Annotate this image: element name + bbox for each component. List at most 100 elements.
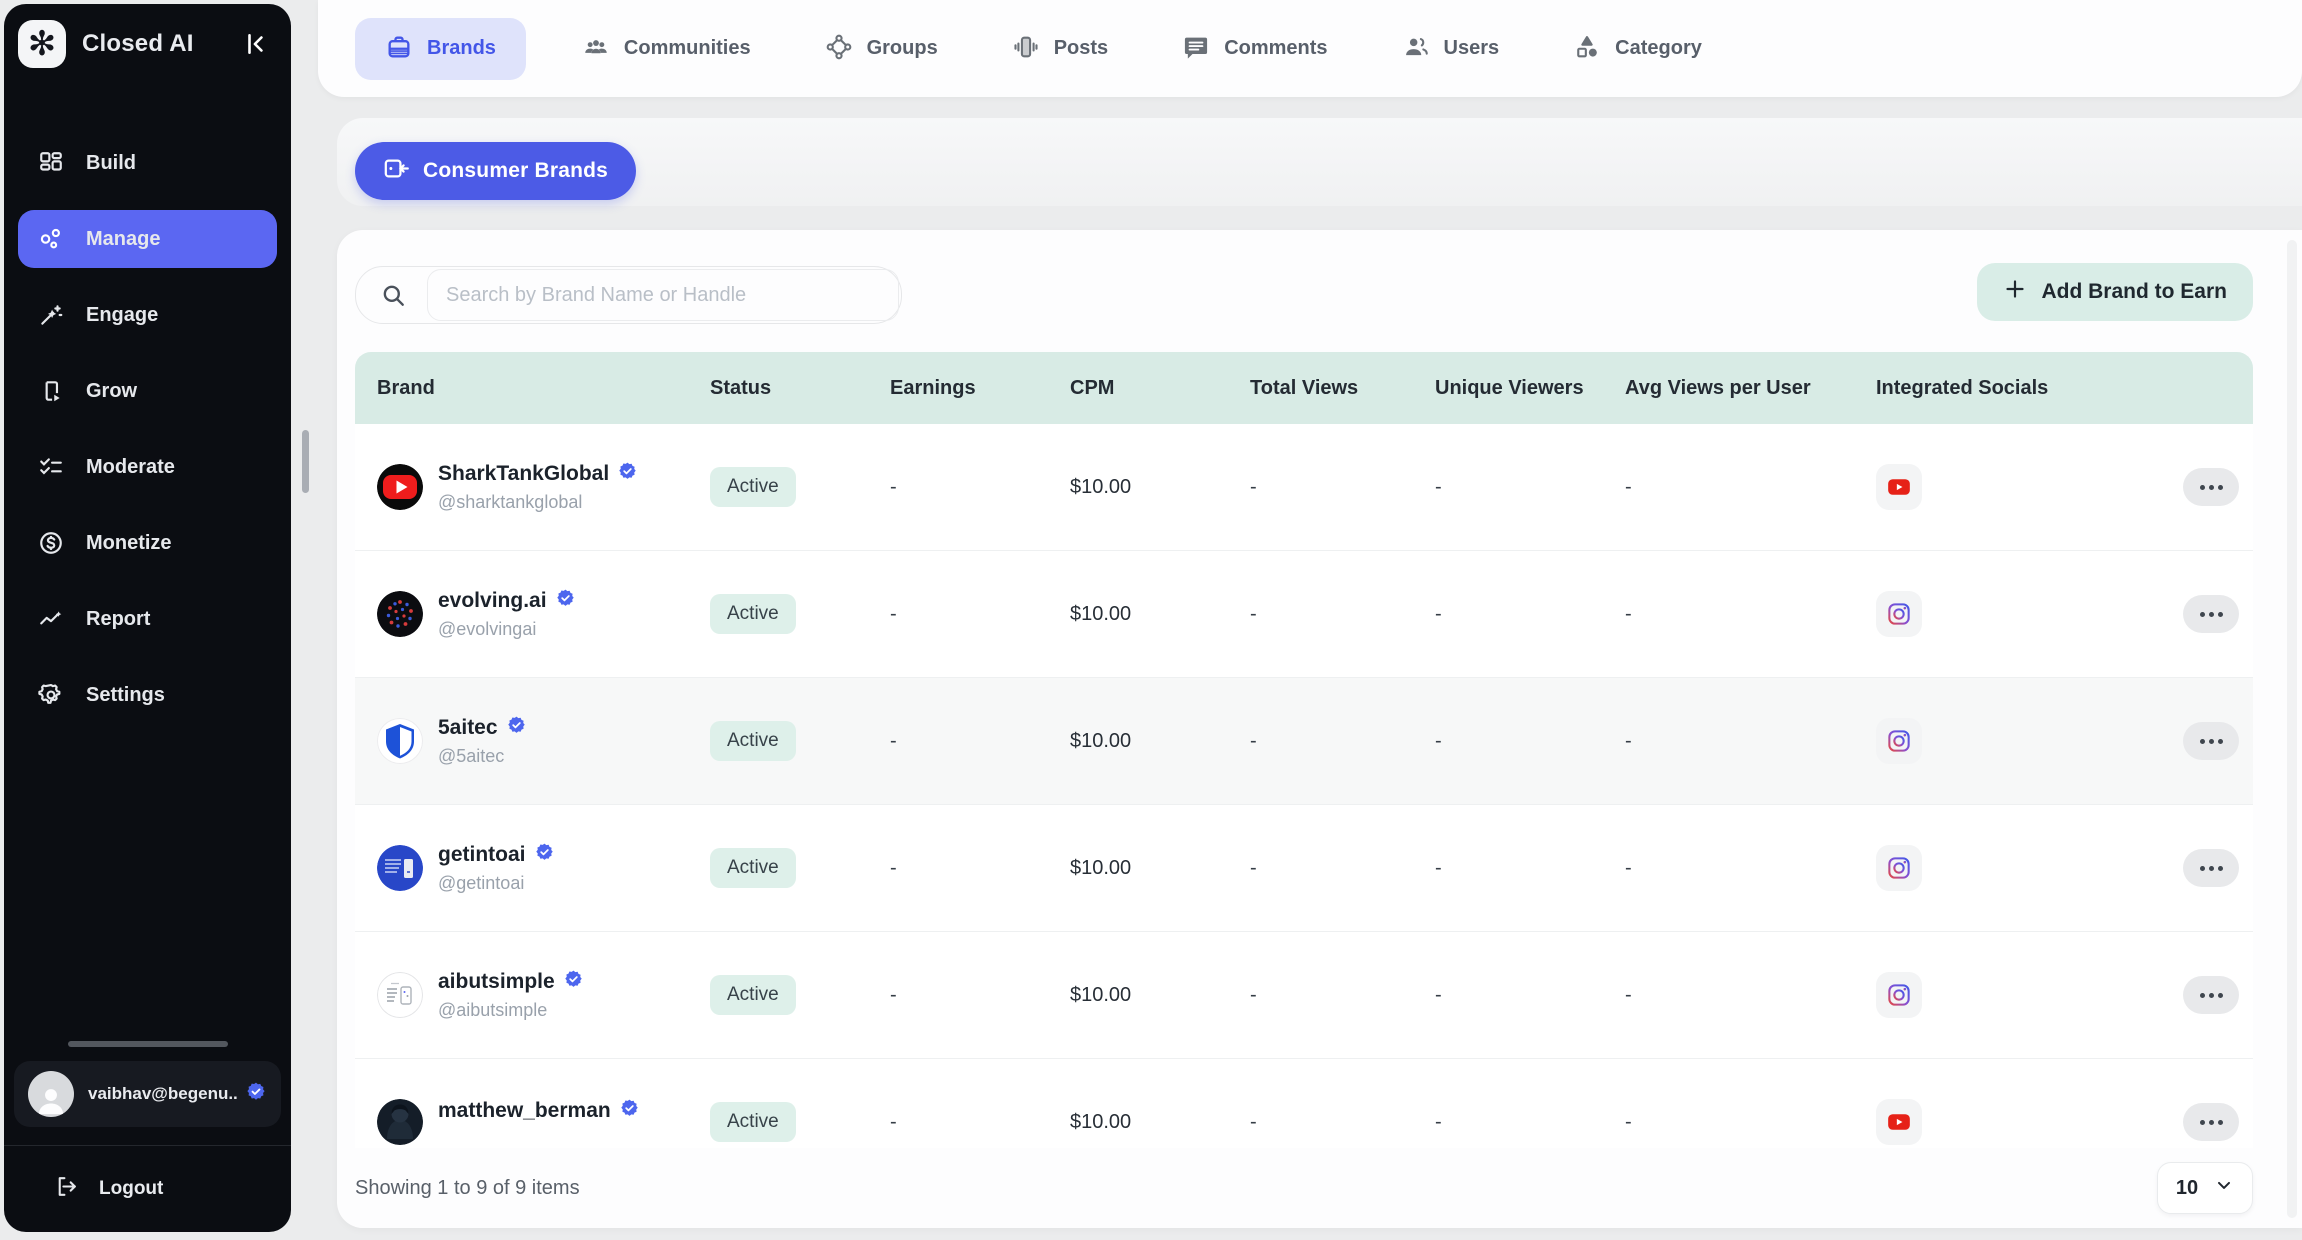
youtube-icon[interactable] bbox=[1876, 464, 1922, 510]
row-actions-button[interactable] bbox=[2183, 468, 2239, 506]
col-header-status: Status bbox=[710, 377, 890, 400]
table-footer: Showing 1 to 9 of 9 items 10 bbox=[355, 1148, 2253, 1228]
tab-posts[interactable]: Posts bbox=[1006, 32, 1114, 65]
row-actions-button[interactable] bbox=[2183, 722, 2239, 760]
top-nav: Brands Communities Groups Posts Comments… bbox=[318, 0, 2302, 97]
status-badge: Active bbox=[710, 721, 796, 761]
verified-badge-icon bbox=[534, 842, 555, 869]
cpm-value: $10.00 bbox=[1070, 984, 1250, 1007]
total-views-value: - bbox=[1250, 603, 1435, 626]
app-title: Closed AI bbox=[82, 30, 239, 58]
user-account-button[interactable]: vaibhav@begenu... bbox=[14, 1061, 281, 1127]
earnings-value: - bbox=[890, 1111, 1070, 1134]
unique-viewers-value: - bbox=[1435, 857, 1625, 880]
table-row[interactable]: SharkTankGlobal @sharktankglobal Active … bbox=[355, 424, 2253, 551]
brand-handle: @evolvingai bbox=[438, 618, 576, 641]
verified-badge-icon bbox=[619, 1098, 640, 1125]
brand-name: 5aitec bbox=[438, 715, 498, 741]
table-row[interactable]: evolving.ai @evolvingai Active - $10.00 … bbox=[355, 551, 2253, 678]
sidebar-scrollbar-thumb[interactable] bbox=[302, 430, 309, 493]
verified-badge-icon bbox=[506, 715, 527, 742]
comment-bubble-icon bbox=[1182, 33, 1210, 64]
tab-category[interactable]: Category bbox=[1567, 32, 1708, 65]
consumer-brands-button[interactable]: Consumer Brands bbox=[355, 142, 636, 200]
shapes-icon bbox=[1573, 33, 1601, 64]
table-row[interactable]: matthew_berman Active - $10.00 - - - bbox=[355, 1059, 2253, 1150]
avg-views-value: - bbox=[1625, 984, 1860, 1007]
gear-icon bbox=[36, 682, 66, 708]
app-logo-icon: ✻ bbox=[18, 20, 66, 68]
panel-scrollbar-track[interactable] bbox=[2287, 240, 2297, 1218]
instagram-icon[interactable] bbox=[1876, 718, 1922, 764]
dollar-circle-icon bbox=[36, 530, 66, 556]
user-email: vaibhav@begenu... bbox=[88, 1084, 237, 1104]
earnings-value: - bbox=[890, 984, 1070, 1007]
brand-handle: @sharktankglobal bbox=[438, 491, 638, 514]
cpm-value: $10.00 bbox=[1070, 1111, 1250, 1134]
tab-groups[interactable]: Groups bbox=[819, 32, 944, 65]
post-device-icon bbox=[1012, 33, 1040, 64]
status-badge: Active bbox=[710, 1102, 796, 1142]
brands-table: Brand Status Earnings CPM Total Views Un… bbox=[355, 352, 2253, 1150]
cpm-value: $10.00 bbox=[1070, 857, 1250, 880]
pagination-summary: Showing 1 to 9 of 9 items bbox=[355, 1177, 580, 1200]
avg-views-value: - bbox=[1625, 1111, 1860, 1134]
nodes-icon bbox=[36, 226, 66, 252]
sidebar-collapse-icon[interactable] bbox=[239, 27, 273, 61]
chevron-down-icon bbox=[2214, 1175, 2234, 1201]
table-row[interactable]: 5aitec @5aitec Active - $10.00 - - - bbox=[355, 678, 2253, 805]
search-input[interactable] bbox=[428, 284, 898, 307]
brand-name: aibutsimple bbox=[438, 969, 555, 995]
row-actions-button[interactable] bbox=[2183, 1103, 2239, 1141]
trend-icon bbox=[36, 606, 66, 632]
tab-brands[interactable]: Brands bbox=[355, 18, 526, 80]
wallet-arrow-icon bbox=[383, 155, 410, 188]
instagram-icon[interactable] bbox=[1876, 972, 1922, 1018]
youtube-icon[interactable] bbox=[1876, 1099, 1922, 1145]
integrated-socials bbox=[1860, 591, 2090, 637]
instagram-icon[interactable] bbox=[1876, 845, 1922, 891]
sidebar-drag-handle[interactable] bbox=[68, 1041, 228, 1047]
sidebar-item-settings[interactable]: Settings bbox=[18, 666, 277, 724]
sidebar-item-report[interactable]: Report bbox=[18, 590, 277, 648]
tab-communities[interactable]: Communities bbox=[576, 32, 757, 65]
row-actions-button[interactable] bbox=[2183, 976, 2239, 1014]
table-row[interactable]: getintoai @getintoai Active - $10.00 - -… bbox=[355, 805, 2253, 932]
sidebar-item-manage[interactable]: Manage bbox=[18, 210, 277, 268]
total-views-value: - bbox=[1250, 857, 1435, 880]
sidebar-item-moderate[interactable]: Moderate bbox=[18, 438, 277, 496]
integrated-socials bbox=[1860, 464, 2090, 510]
sidebar-item-build[interactable]: Build bbox=[18, 134, 277, 192]
logout-button[interactable]: Logout bbox=[4, 1146, 291, 1232]
tab-users[interactable]: Users bbox=[1396, 32, 1506, 65]
avg-views-value: - bbox=[1625, 730, 1860, 753]
brand-avatar bbox=[377, 464, 423, 510]
plus-icon bbox=[2003, 277, 2027, 307]
table-row[interactable]: aibutsimple @aibutsimple Active - $10.00… bbox=[355, 932, 2253, 1059]
unique-viewers-value: - bbox=[1435, 984, 1625, 1007]
add-brand-button[interactable]: Add Brand to Earn bbox=[1977, 263, 2253, 321]
tab-comments[interactable]: Comments bbox=[1176, 32, 1333, 65]
row-actions-button[interactable] bbox=[2183, 849, 2239, 887]
col-header-earnings: Earnings bbox=[890, 377, 1070, 400]
cpm-value: $10.00 bbox=[1070, 730, 1250, 753]
col-header-avg-views: Avg Views per User bbox=[1625, 377, 1860, 400]
row-actions-button[interactable] bbox=[2183, 595, 2239, 633]
page-size-select[interactable]: 10 bbox=[2157, 1162, 2253, 1214]
total-views-value: - bbox=[1250, 1111, 1435, 1134]
sidebar-item-grow[interactable]: Grow bbox=[18, 362, 277, 420]
status-badge: Active bbox=[710, 467, 796, 507]
unique-viewers-value: - bbox=[1435, 603, 1625, 626]
col-header-cpm: CPM bbox=[1070, 377, 1250, 400]
brand-search bbox=[355, 266, 902, 324]
sidebar-item-engage[interactable]: Engage bbox=[18, 286, 277, 344]
integrated-socials bbox=[1860, 845, 2090, 891]
brands-panel: Add Brand to Earn Brand Status Earnings … bbox=[337, 230, 2302, 1228]
instagram-icon[interactable] bbox=[1876, 591, 1922, 637]
briefcase-icon bbox=[385, 33, 413, 64]
users-icon bbox=[1402, 33, 1430, 64]
table-body: SharkTankGlobal @sharktankglobal Active … bbox=[355, 424, 2253, 1150]
people-group-icon bbox=[582, 33, 610, 64]
checklist-icon bbox=[36, 454, 66, 480]
sidebar-item-monetize[interactable]: Monetize bbox=[18, 514, 277, 572]
